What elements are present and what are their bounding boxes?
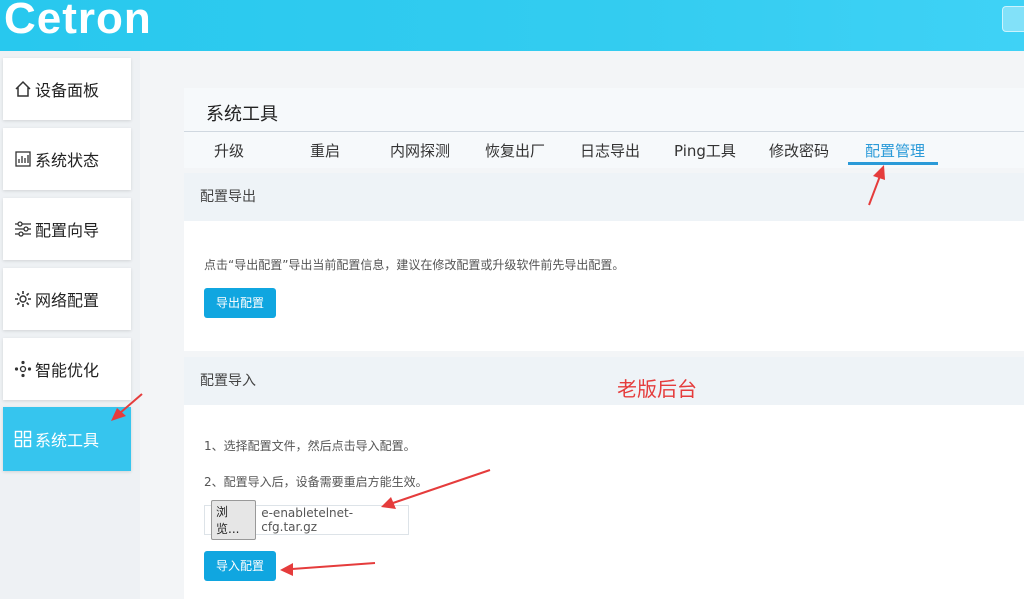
main-content: 系统工具 升级 重启 内网探测 恢复出厂 日志导出 Ping工具 修改密码 配置… [140, 51, 1024, 599]
tab-lan-probe[interactable]: 内网探测 [390, 140, 450, 161]
tab-log-export[interactable]: 日志导出 [580, 140, 640, 161]
file-input[interactable]: 浏览... e-enabletelnet-cfg.tar.gz [204, 500, 409, 540]
active-tab-indicator [848, 162, 938, 165]
sidebar-item-config-wizard[interactable]: 配置向导 [3, 198, 131, 260]
tab-factory-reset[interactable]: 恢复出厂 [485, 140, 545, 161]
sidebar-item-network-config[interactable]: 网络配置 [3, 268, 131, 330]
page-header-card: 系统工具 升级 重启 内网探测 恢复出厂 日志导出 Ping工具 修改密码 配置… [184, 88, 1024, 168]
nodes-icon [13, 359, 33, 379]
sidebar-item-label: 系统工具 [35, 431, 100, 450]
import-step-2: 2、配置导入后，设备需要重启方能生效。 [204, 475, 428, 489]
import-step-1: 1、选择配置文件，然后点击导入配置。 [204, 439, 416, 453]
tab-reboot[interactable]: 重启 [310, 140, 340, 161]
browse-button[interactable]: 浏览... [211, 500, 257, 540]
sidebar-item-system-tools[interactable]: 系统工具 [3, 407, 131, 471]
brand-logo: Cetron [4, 0, 152, 43]
header-button[interactable] [1002, 6, 1024, 32]
home-icon [13, 79, 33, 99]
sidebar-item-label: 配置向导 [35, 221, 100, 240]
sliders-icon [13, 219, 33, 239]
tab-change-password[interactable]: 修改密码 [769, 140, 829, 161]
tabs-divider [184, 131, 1024, 132]
import-section: 1、选择配置文件，然后点击导入配置。 2、配置导入后，设备需要重启方能生效。 浏… [184, 405, 1024, 599]
gear-icon [13, 289, 33, 309]
sidebar-item-label: 设备面板 [35, 81, 100, 100]
tab-upgrade[interactable]: 升级 [214, 140, 244, 161]
export-section: 点击“导出配置”导出当前配置信息，建议在修改配置或升级软件前先导出配置。 导出配… [184, 221, 1024, 351]
export-config-button[interactable]: 导出配置 [204, 288, 276, 318]
sidebar-item-smart-optimize[interactable]: 智能优化 [3, 338, 131, 400]
sidebar-item-label: 智能优化 [35, 361, 100, 380]
export-description: 点击“导出配置”导出当前配置信息，建议在修改配置或升级软件前先导出配置。 [204, 258, 625, 272]
sidebar-item-system-status[interactable]: 系统状态 [3, 128, 131, 190]
sidebar: 设备面板 系统状态 配置向导 网络配置 智能优化 系统工具 [0, 51, 140, 599]
annotation-text: 老版后台 [617, 377, 697, 401]
export-section-title: 配置导出 [184, 173, 1024, 221]
top-header: Cetron [0, 0, 1024, 51]
sidebar-item-label: 网络配置 [35, 291, 100, 310]
sidebar-item-label: 系统状态 [35, 151, 100, 170]
tab-config-management[interactable]: 配置管理 [865, 140, 925, 161]
chart-icon [13, 149, 33, 169]
import-section-title: 配置导入 [184, 357, 1024, 405]
page-title: 系统工具 [206, 104, 278, 125]
sidebar-item-device-panel[interactable]: 设备面板 [3, 58, 131, 120]
grid-icon [13, 429, 33, 449]
import-config-button[interactable]: 导入配置 [204, 551, 276, 581]
tab-ping-tool[interactable]: Ping工具 [674, 140, 736, 161]
selected-file-name: e-enabletelnet-cfg.tar.gz [261, 506, 354, 534]
